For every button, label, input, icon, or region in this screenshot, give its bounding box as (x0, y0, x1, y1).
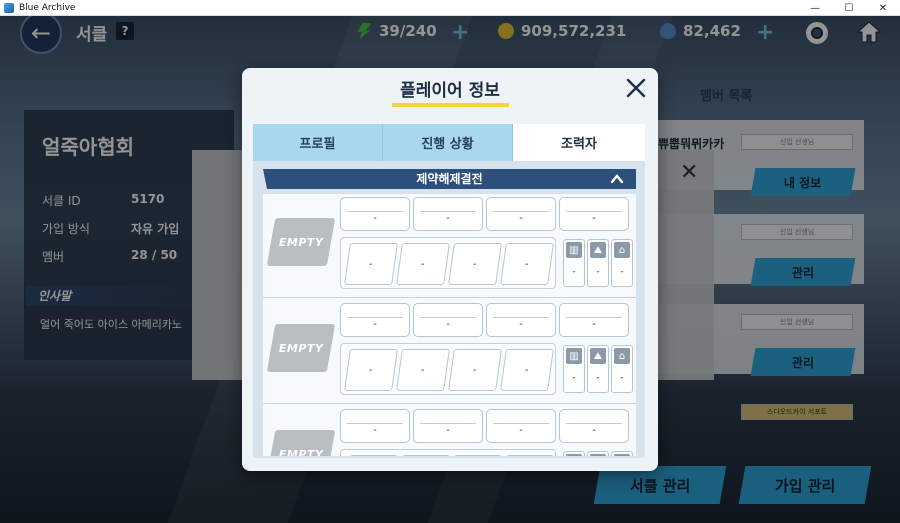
maximize-button[interactable]: ☐ (832, 0, 866, 16)
mountain-icon: ⛰ (590, 348, 606, 364)
stat-value: - (373, 425, 377, 436)
stat-value: - (592, 213, 596, 224)
mountain-icon: ⛰ (590, 454, 606, 456)
app-icon (4, 2, 14, 13)
helper-slot-list[interactable]: EMPTY - - - - - - - - ▥ - ⛰ - ⌂ - EMPTY - - - - - - - - ▥ - ⛰ - ⌂ - EM… (263, 194, 636, 456)
equipment-slot[interactable]: - (448, 455, 502, 456)
equipment-frame: ---- (340, 237, 556, 289)
terrain-slot: ▥- (563, 239, 585, 287)
building-icon: ▥ (566, 454, 582, 456)
equipment-slot[interactable]: - (344, 455, 398, 456)
equipment-slot[interactable]: - (396, 243, 450, 285)
equipment-slot[interactable]: - (344, 349, 398, 391)
stat-box: - (486, 197, 556, 231)
terrain-slot: ⛰- (587, 451, 609, 456)
helper-slot[interactable]: EMPTY--------▥-⛰-⌂- (263, 406, 636, 456)
stat-value: - (592, 319, 596, 330)
equipment-slot[interactable]: - (396, 455, 450, 456)
modal-title: 플레이어 정보 (400, 81, 500, 101)
equipment-frame: ---- (340, 449, 556, 456)
player-info-modal: 플레이어 정보 프로필 진행 상황 조력자 제약해제결전 EMPTY - - - - - -… (242, 68, 658, 471)
window-titlebar: Blue Archive — ☐ ✕ (0, 0, 900, 16)
equipment-frame: ---- (340, 343, 556, 395)
tab-progress[interactable]: 진행 상황 (383, 124, 513, 161)
equipment-slot[interactable]: - (500, 455, 554, 456)
stat-box: - (486, 409, 556, 443)
terrain-slot: ⛰- (587, 345, 609, 393)
helper-slot[interactable]: EMPTY--------▥-⛰-⌂- (263, 300, 636, 404)
stat-box: - (486, 303, 556, 337)
stat-box: - (340, 303, 410, 337)
house-icon: ⌂ (614, 454, 630, 456)
stat-box: - (413, 303, 483, 337)
tab-profile[interactable]: 프로필 (253, 124, 383, 161)
stat-value: - (446, 213, 450, 224)
terrain-slot: ⌂- (611, 451, 633, 456)
tab-bar: 프로필 진행 상황 조력자 (253, 124, 645, 161)
house-icon: ⌂ (614, 348, 630, 364)
equipment-slot[interactable]: - (500, 349, 554, 391)
stat-value: - (519, 425, 523, 436)
terrain-slot: ▥- (563, 345, 585, 393)
building-icon: ▥ (566, 348, 582, 364)
house-icon: ⌂ (614, 242, 630, 258)
equipment-slot[interactable]: - (500, 243, 554, 285)
stat-value: - (446, 319, 450, 330)
terrain-slot: ⌂- (611, 239, 633, 287)
stat-box: - (559, 303, 629, 337)
empty-label: EMPTY (278, 447, 324, 457)
terrain-slot: ⛰- (587, 239, 609, 287)
stat-box: - (340, 409, 410, 443)
close-icon[interactable] (624, 76, 648, 100)
equipment-slot[interactable]: - (344, 243, 398, 285)
section-header[interactable]: 제약해제결전 (263, 169, 636, 189)
stat-value: - (519, 213, 523, 224)
stat-box: - (559, 409, 629, 443)
tab-helper[interactable]: 조력자 (513, 124, 645, 161)
empty-slot-badge[interactable]: EMPTY (266, 430, 336, 457)
stat-box: - (413, 409, 483, 443)
stat-value: - (592, 425, 596, 436)
mountain-icon: ⛰ (590, 242, 606, 258)
stat-box: - (340, 197, 410, 231)
stat-value: - (373, 319, 377, 330)
empty-slot-badge[interactable]: EMPTY (266, 324, 336, 372)
stat-value: - (446, 425, 450, 436)
title-underline (392, 103, 509, 107)
close-window-button[interactable]: ✕ (866, 0, 900, 16)
empty-label: EMPTY (278, 341, 324, 355)
modal-body: 프로필 진행 상황 조력자 제약해제결전 EMPTY - - - - - - - - ▥ - ⛰ - ⌂ -… (253, 124, 645, 458)
empty-slot-badge[interactable]: EMPTY (266, 218, 336, 266)
section-title: 제약해제결전 (416, 172, 483, 186)
stat-value: - (519, 319, 523, 330)
stat-box: - (413, 197, 483, 231)
equipment-slot[interactable]: - (448, 349, 502, 391)
terrain-slot: ⌂- (611, 345, 633, 393)
chevron-up-icon[interactable] (610, 172, 624, 186)
stat-box: - (559, 197, 629, 231)
stat-value: - (373, 213, 377, 224)
equipment-slot[interactable]: - (396, 349, 450, 391)
building-icon: ▥ (566, 242, 582, 258)
minimize-button[interactable]: — (798, 0, 832, 16)
equipment-slot[interactable]: - (448, 243, 502, 285)
empty-label: EMPTY (278, 235, 324, 249)
window-title: Blue Archive (19, 2, 76, 13)
terrain-slot: ▥- (563, 451, 585, 456)
helper-slot[interactable]: EMPTY--------▥-⛰-⌂- (263, 194, 636, 298)
